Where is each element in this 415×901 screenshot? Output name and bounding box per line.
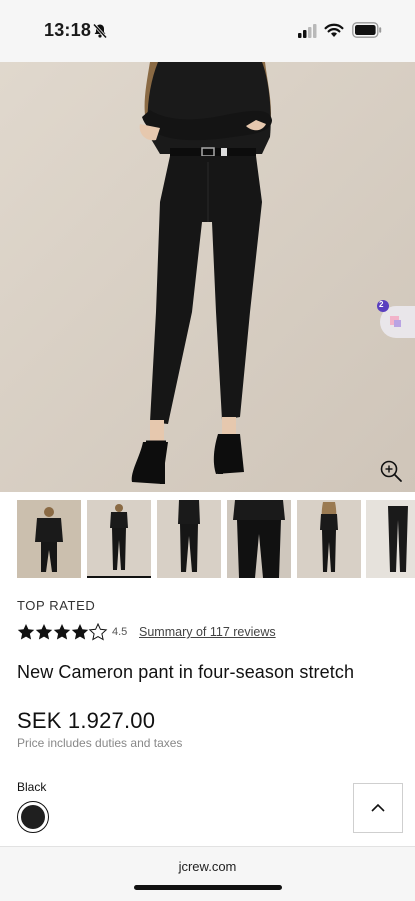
promo-widget-badge[interactable]: 2 [374, 300, 415, 340]
status-time: 13:18 [44, 20, 92, 40]
url-text[interactable]: jcrew.com [0, 859, 415, 874]
star-icon [71, 624, 89, 640]
thumbnail-3[interactable] [157, 500, 221, 578]
status-bar: 13:18 [0, 0, 415, 62]
half-star-icon [88, 622, 108, 641]
product-title: New Cameron pant in four-season stretch [17, 662, 355, 682]
thumbnail-5[interactable] [297, 500, 361, 578]
price-note: Price includes duties and taxes [17, 736, 183, 750]
reviews-summary-link[interactable]: Summary of 117 reviews [139, 625, 276, 639]
thumbnail-4[interactable] [227, 500, 291, 578]
home-indicator[interactable] [134, 885, 282, 890]
chevron-up-icon [371, 803, 385, 812]
star-icon [53, 624, 71, 640]
thumbnail-2[interactable] [87, 500, 151, 578]
thumbnail-6[interactable] [366, 500, 415, 578]
swatch-fill [21, 805, 45, 829]
wifi-icon [324, 22, 344, 43]
thumbnail-1[interactable] [17, 500, 81, 578]
silent-bell-icon [92, 23, 108, 44]
product-price: SEK 1.927.00 [17, 708, 156, 733]
zoom-in-icon[interactable] [378, 458, 404, 484]
star-icon [35, 624, 53, 640]
color-swatch-black[interactable] [17, 801, 49, 833]
promo-count: 2 [379, 300, 384, 309]
star-icon [17, 624, 35, 640]
thumbnail-strip [0, 498, 415, 580]
rating-stars [17, 622, 109, 641]
battery-icon [352, 22, 382, 43]
cell-signal-icon [298, 24, 318, 43]
top-rated-label: TOP RATED [17, 598, 96, 613]
scroll-to-top-button[interactable] [353, 783, 403, 833]
rating-value: 4.5 [112, 626, 128, 638]
product-hero-image[interactable] [0, 62, 415, 492]
browser-address-bar[interactable]: jcrew.com [0, 846, 415, 901]
color-label: Black [17, 780, 47, 794]
